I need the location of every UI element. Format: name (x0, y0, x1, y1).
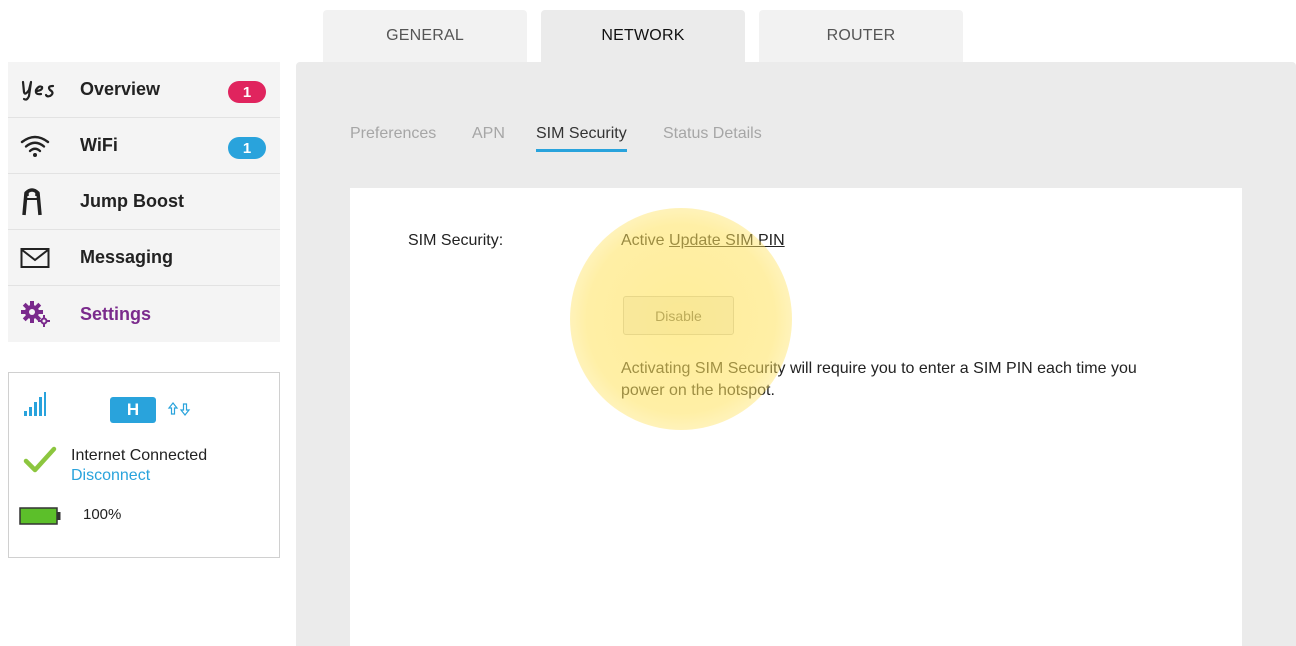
sidebar-item-label: Settings (80, 303, 152, 324)
sidebar-item-messaging[interactable]: Messaging (8, 230, 280, 286)
tab-general[interactable]: GENERAL (323, 10, 527, 62)
wifi-icon (8, 118, 80, 174)
sim-security-value: Active Update SIM PIN (621, 232, 785, 250)
data-transfer-arrows-icon (167, 401, 191, 422)
battery-icon (19, 507, 61, 530)
sim-security-label: SIM Security: (408, 232, 504, 249)
tab-router[interactable]: ROUTER (759, 10, 963, 62)
update-sim-pin-link[interactable]: Update SIM PIN (669, 232, 785, 249)
sidebar-item-jump-boost[interactable]: Jump Boost (8, 174, 280, 230)
sidebar-item-settings[interactable]: Settings (8, 286, 280, 342)
jump-boost-icon (8, 174, 80, 230)
sidebar-item-label: Messaging (80, 247, 174, 267)
yes-logo-icon (8, 62, 80, 118)
subtab-status-details[interactable]: Status Details (663, 125, 762, 143)
sim-security-card: SIM Security: Active Update SIM PIN Disa… (350, 188, 1242, 646)
envelope-icon (8, 230, 80, 286)
sidebar: Overview 1 WiFi 1 Jump Boost Messaging S… (8, 62, 280, 342)
notification-badge: 1 (228, 81, 266, 103)
notification-badge: 1 (228, 137, 266, 159)
gears-icon (8, 286, 80, 342)
connection-status-text: Internet Connected (71, 447, 208, 464)
network-type-badge: H (110, 397, 156, 423)
sidebar-item-label: Jump Boost (80, 191, 185, 211)
main-panel: Preferences APN SIM Security Status Deta… (296, 62, 1296, 646)
connected-check-icon (23, 446, 57, 479)
subtab-sim-security[interactable]: SIM Security (536, 125, 627, 152)
disable-button[interactable]: Disable (623, 296, 734, 335)
sim-security-help-text: Activating SIM Security will require you… (621, 360, 1137, 399)
connection-status: Internet Connected Disconnect (71, 446, 207, 486)
signal-strength-icon (23, 391, 47, 422)
battery-level: 100% (83, 506, 122, 523)
subtab-apn[interactable]: APN (472, 125, 505, 143)
sidebar-item-overview[interactable]: Overview 1 (8, 62, 280, 118)
sim-security-status: Active (621, 232, 665, 249)
sidebar-item-wifi[interactable]: WiFi 1 (8, 118, 280, 174)
subtab-preferences[interactable]: Preferences (350, 125, 436, 143)
tab-network[interactable]: NETWORK (541, 10, 745, 62)
connection-status-panel: H Internet Connected Disconnect 100% (8, 372, 280, 558)
disconnect-link[interactable]: Disconnect (71, 466, 207, 486)
